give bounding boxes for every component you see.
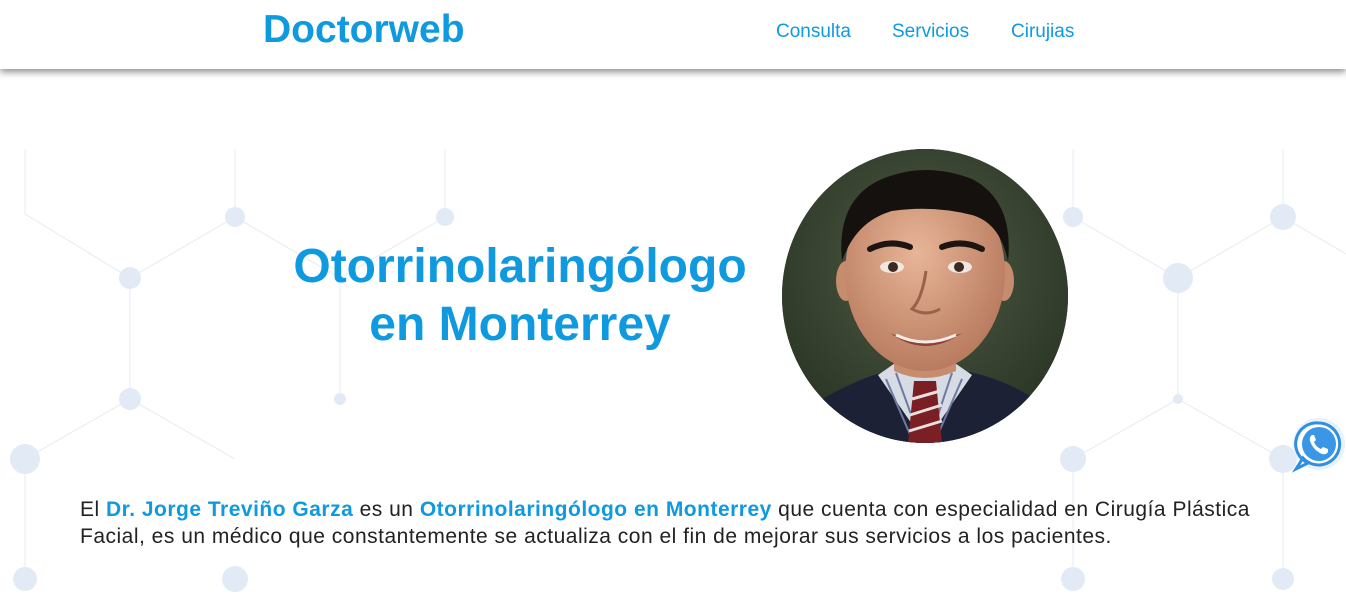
- intro-paragraph: El Dr. Jorge Treviño Garza es un Otorrin…: [80, 496, 1260, 550]
- whatsapp-icon: [1291, 418, 1345, 473]
- doctor-portrait: [782, 149, 1068, 443]
- hero-title-line2: en Monterrey: [369, 298, 671, 351]
- nav-consulta[interactable]: Consulta: [776, 21, 851, 43]
- page: Doctorweb Consulta Servicios Cirujias Ot…: [0, 0, 1346, 612]
- intro-text-1: El: [80, 498, 107, 521]
- nav-cirujias[interactable]: Cirujias: [1011, 21, 1074, 43]
- whatsapp-button[interactable]: [1290, 417, 1346, 475]
- doctor-name: Dr. Jorge Treviño Garza: [106, 498, 354, 521]
- site-logo[interactable]: Doctorweb: [263, 8, 465, 52]
- specialty-highlight: Otorrinolaringólogo en Monterrey: [419, 498, 772, 521]
- intro-text-2: es un: [353, 498, 420, 521]
- hero-title: Otorrinolaringólogo en Monterrey: [270, 238, 770, 354]
- portrait-illustration: [782, 149, 1068, 443]
- nav-servicios[interactable]: Servicios: [892, 21, 969, 43]
- site-header: Doctorweb Consulta Servicios Cirujias: [0, 0, 1346, 69]
- hero-title-line1: Otorrinolaringólogo: [293, 240, 747, 293]
